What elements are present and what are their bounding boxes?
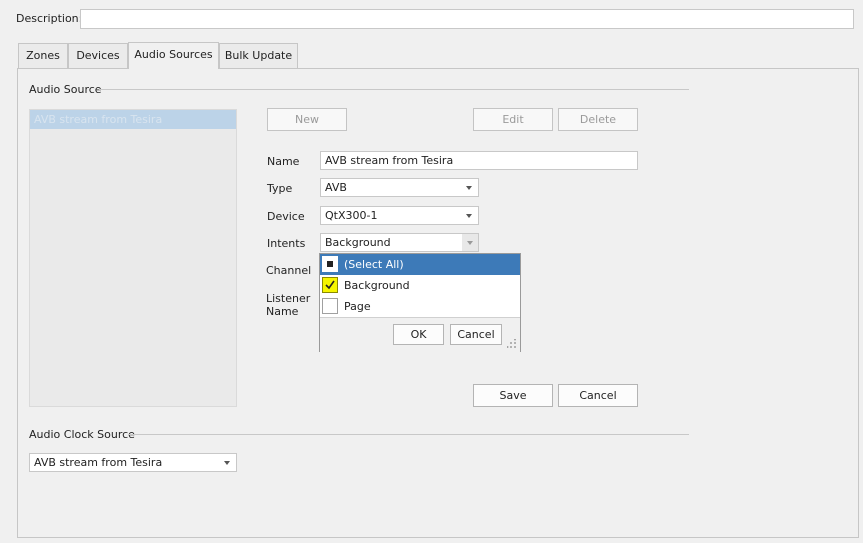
popup-option-label: Page bbox=[344, 300, 371, 313]
checkbox-indeterminate[interactable] bbox=[322, 256, 338, 272]
tab-audio-sources[interactable]: Audio Sources bbox=[128, 42, 219, 69]
list-item[interactable]: AVB stream from Tesira bbox=[30, 110, 236, 129]
audio-source-group-title: Audio Source bbox=[29, 83, 102, 96]
cancel-button[interactable]: Cancel bbox=[558, 384, 638, 407]
intents-select[interactable]: Background bbox=[320, 233, 479, 252]
audio-clock-group-divider bbox=[128, 434, 689, 435]
popup-cancel-button[interactable]: Cancel bbox=[450, 324, 502, 345]
chevron-down-icon bbox=[466, 186, 472, 190]
listener-label-line2: Name bbox=[266, 305, 299, 318]
tab-zones[interactable]: Zones bbox=[18, 43, 68, 68]
checkmark-icon bbox=[325, 280, 335, 290]
channel-label: Channel bbox=[266, 264, 312, 277]
popup-option-background[interactable]: Background bbox=[320, 275, 520, 296]
device-select[interactable]: QtX300-1 bbox=[320, 206, 479, 225]
name-field[interactable]: AVB stream from Tesira bbox=[320, 151, 638, 170]
intents-dropdown-button[interactable] bbox=[462, 234, 478, 251]
popup-footer: OK Cancel bbox=[320, 317, 520, 352]
type-label: Type bbox=[267, 182, 293, 195]
type-select[interactable]: AVB bbox=[320, 178, 479, 197]
intents-select-value: Background bbox=[325, 236, 391, 249]
checkbox-checked[interactable] bbox=[322, 277, 338, 293]
chevron-down-icon bbox=[224, 461, 230, 465]
tab-audio-sources-label: Audio Sources bbox=[134, 48, 213, 61]
chevron-down-icon bbox=[466, 214, 472, 218]
checkbox-unchecked[interactable] bbox=[322, 298, 338, 314]
indeterminate-square-icon bbox=[327, 261, 333, 267]
device-select-value: QtX300-1 bbox=[325, 209, 378, 222]
new-button[interactable]: New bbox=[267, 108, 347, 131]
audio-source-list[interactable]: AVB stream from Tesira bbox=[29, 109, 237, 407]
audio-clock-select-value: AVB stream from Tesira bbox=[34, 456, 163, 469]
intents-label: Intents bbox=[267, 237, 306, 250]
tab-zones-label: Zones bbox=[26, 49, 60, 62]
resize-grip-icon[interactable] bbox=[507, 339, 517, 349]
audio-clock-group-title: Audio Clock Source bbox=[29, 428, 135, 441]
delete-button[interactable]: Delete bbox=[558, 108, 638, 131]
popup-option-label: Background bbox=[344, 279, 410, 292]
description-label: Description: bbox=[16, 12, 83, 25]
intents-popup: (Select All) Background Page OK Cancel bbox=[319, 253, 521, 352]
name-label: Name bbox=[267, 155, 300, 168]
type-select-value: AVB bbox=[325, 181, 347, 194]
popup-ok-button[interactable]: OK bbox=[393, 324, 444, 345]
save-button[interactable]: Save bbox=[473, 384, 553, 407]
audio-source-group-divider bbox=[99, 89, 689, 90]
tab-devices-label: Devices bbox=[76, 49, 120, 62]
popup-option-select-all[interactable]: (Select All) bbox=[320, 254, 520, 275]
popup-option-page[interactable]: Page bbox=[320, 296, 520, 317]
tab-devices[interactable]: Devices bbox=[68, 43, 128, 68]
tab-bulk-update[interactable]: Bulk Update bbox=[219, 43, 298, 68]
device-label: Device bbox=[267, 210, 305, 223]
edit-button[interactable]: Edit bbox=[473, 108, 553, 131]
chevron-down-icon bbox=[467, 241, 473, 245]
audio-clock-select[interactable]: AVB stream from Tesira bbox=[29, 453, 237, 472]
description-field[interactable] bbox=[80, 9, 854, 29]
listener-label-line1: Listener bbox=[266, 292, 311, 305]
popup-option-label: (Select All) bbox=[344, 258, 404, 271]
tab-bulk-update-label: Bulk Update bbox=[224, 49, 293, 62]
